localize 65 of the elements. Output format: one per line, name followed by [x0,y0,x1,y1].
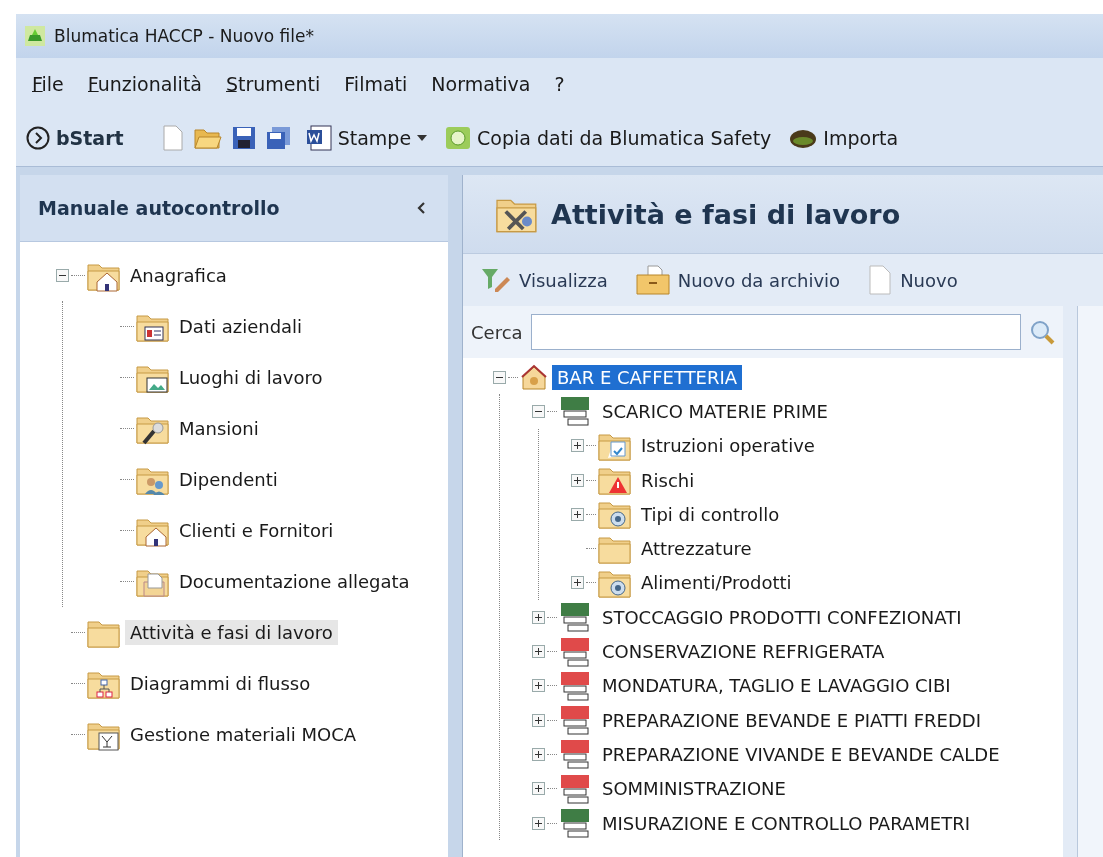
tree-item[interactable]: Documentazione allegata [174,569,415,594]
expand-toggle[interactable] [571,439,584,453]
tree-item[interactable]: Luoghi di lavoro [174,365,328,390]
tree-item[interactable]: Anagrafica [125,263,232,288]
expand-toggle[interactable] [532,782,545,796]
caret-icon [417,135,428,141]
tree-item[interactable]: MONDATURA, TAGLIO E LAVAGGIO CIBI [597,673,956,699]
tree-item[interactable]: SCARICO MATERIE PRIME [597,398,833,424]
expand-toggle[interactable] [532,404,545,418]
save-icon[interactable] [231,126,256,150]
menu-item[interactable]: Normativa [419,69,543,99]
expand-toggle[interactable] [532,679,545,693]
filter-pencil-icon [481,267,511,293]
tree-item[interactable]: PREPARAZIONE BEVANDE E PIATTI FREDDI [597,707,986,733]
print-button[interactable]: Stampe [301,123,432,153]
import-button[interactable]: Importa [785,125,903,151]
toolbar-button[interactable]: Nuovo da archivio [633,263,843,297]
expand-toggle[interactable] [532,713,545,727]
tree-item[interactable]: STOCCAGGIO PRODOTTI CONFEZIONATI [597,604,967,630]
tree-item[interactable]: CONSERVAZIONE REFRIGERATA [597,639,890,664]
menu-item[interactable]: ? [542,69,577,99]
tree-item[interactable]: Alimenti/Prodotti [636,570,797,596]
start-button[interactable]: bStart [22,124,128,152]
tree-item[interactable]: Tipi di controllo [636,501,785,527]
expand-toggle[interactable] [571,507,584,521]
toolbar-button[interactable]: Visualizza [479,265,610,295]
tree-item[interactable]: Rischi [636,467,700,493]
tree-item[interactable]: SOMMINISTRAZIONE [597,776,791,802]
tree-item[interactable]: Dipendenti [174,467,283,492]
panel-title: Attività e fasi di lavoro [551,198,901,230]
tree-item[interactable]: Diagrammi di flusso [125,671,316,696]
arrow-circle-icon [26,126,50,150]
expand-toggle[interactable] [532,610,545,624]
tree-item[interactable]: Attrezzature [636,536,757,562]
expand-toggle[interactable] [532,645,545,658]
search-label: Cerca [471,321,523,343]
expand-toggle[interactable] [56,269,69,282]
tree-item[interactable]: Istruzioni operative [636,433,820,459]
archive-folder-icon [635,265,670,295]
dome-icon [789,127,818,149]
expand-toggle[interactable] [493,370,506,384]
chevron-left-icon [417,201,426,215]
save-copy-icon[interactable] [265,126,292,150]
tree-item[interactable]: MISURAZIONE E CONTROLLO PARAMETRI [597,810,975,836]
expand-toggle[interactable] [571,473,584,487]
menu-item[interactable]: Filmati [332,69,420,99]
search-field[interactable] [530,314,1021,350]
expand-toggle[interactable] [532,816,545,830]
word-document-icon [305,125,332,151]
new-document-icon [868,265,893,295]
tree-item[interactable]: Dati aziendali [174,314,308,339]
house-icon [520,363,548,392]
expand-toggle[interactable] [532,747,545,761]
panel-title: Manuale autocontrollo [38,197,280,219]
tree-item[interactable]: Clienti e Fornitori [174,518,339,543]
window-title: Blumatica HACCP - Nuovo file* [54,26,314,46]
app-logo-icon [24,25,46,47]
tree-item[interactable]: BAR E CAFFETTERIA [552,364,743,390]
copy-data-button[interactable]: Copia dati da Blumatica Safety [441,123,776,153]
toolbar-button[interactable]: Nuovo [866,263,960,297]
tree-item[interactable]: Gestione materiali MOCA [125,722,362,747]
tree-item[interactable]: Attività e fasi di lavoro [125,620,338,645]
tree-item[interactable]: PREPARAZIONE VIVANDE E BEVANDE CALDE [597,741,1005,767]
tree-item[interactable]: Mansioni [174,416,264,441]
expand-toggle[interactable] [571,576,584,590]
